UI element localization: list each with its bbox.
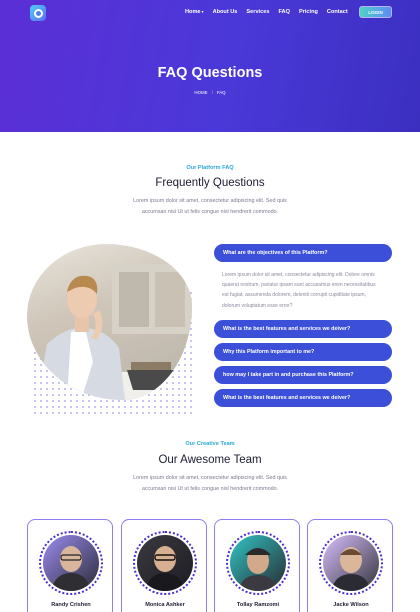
faq-question-5[interactable]: What is the best features and services w… [214,389,392,407]
login-button[interactable]: LOGIN [359,6,392,18]
team-member-card[interactable]: Jacke Wilson [307,519,393,612]
team-member-card[interactable]: Monica Ashker [121,519,207,612]
faq-question-2[interactable]: What is the best features and services w… [214,320,392,338]
breadcrumb: HOME / FAQ [0,90,420,95]
faq-question-3[interactable]: Why this Platform important to me? [214,343,392,361]
main-nav: Home▾ About Us Services FAQ Pricing Cont… [185,9,348,15]
logo-shield-icon[interactable] [30,5,46,21]
hero-banner: Home▾ About Us Services FAQ Pricing Cont… [0,0,420,132]
avatar [230,535,286,591]
nav-home[interactable]: Home▾ [185,9,204,15]
team-member-name: Tollay Ramzomi [236,602,280,608]
team-member-name: Randy Crishen [51,602,91,608]
faq-section-description: Lorem ipsum dolor sit amet, consectetur … [133,198,287,215]
page-title: FAQ Questions [157,65,263,81]
nav-contact[interactable]: Contact [327,9,348,15]
breadcrumb-separator: / [211,90,213,95]
faq-question-4[interactable]: how may I take part in and purchase this… [214,366,392,384]
team-section-title: Our Awesome Team [158,454,262,466]
nav-about-us[interactable]: About Us [213,9,238,15]
avatar-ring [226,531,290,595]
faq-answer-1: Lorem ipsum dolor sit amet, consectetur … [222,272,376,309]
avatar [323,535,379,591]
team-member-card[interactable]: Tollay Ramzomi [214,519,300,612]
team-member-name: Monica Ashker [145,602,185,608]
faq-eyebrow: Our Platform FAQ [186,165,234,171]
faq-section-title: Frequently Questions [155,177,265,189]
avatar [43,535,99,591]
avatar-ring [39,531,103,595]
team-section-description: Lorem ipsum dolor sit amet, consectetur … [133,475,287,492]
breadcrumb-home[interactable]: HOME [194,90,207,95]
nav-faq[interactable]: FAQ [278,9,290,15]
avatar [137,535,193,591]
faq-question-1[interactable]: What are the objectives of this Platform… [214,244,392,262]
nav-services[interactable]: Services [246,9,269,15]
team-member-name: Jacke Wilson [333,602,369,608]
team-eyebrow: Our Creative Team [185,441,235,447]
avatar-ring [133,531,197,595]
avatar-ring [319,531,383,595]
breadcrumb-current: FAQ [216,90,226,95]
nav-pricing[interactable]: Pricing [299,9,318,15]
team-member-card[interactable]: Randy Crishen [27,519,113,612]
chevron-down-icon: ▾ [201,9,204,14]
